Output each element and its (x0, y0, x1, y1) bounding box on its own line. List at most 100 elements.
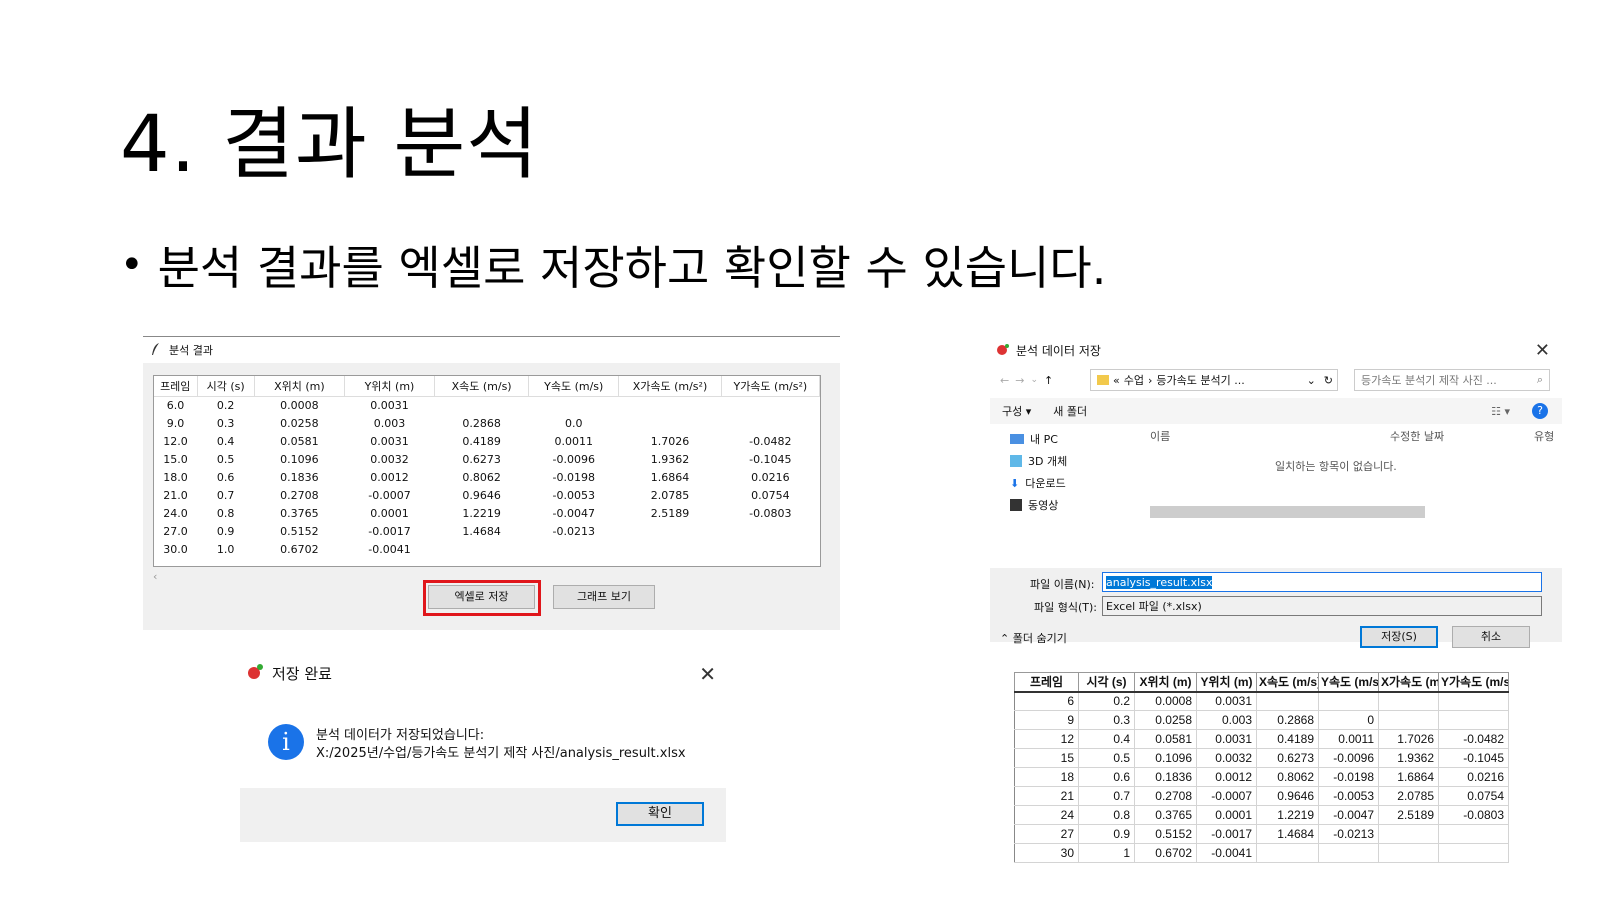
sheet-cell[interactable]: 0.0031 (1196, 691, 1257, 711)
sheet-cell[interactable]: 0.6702 (1134, 843, 1197, 863)
result-col-header[interactable]: Y위치 (m) (344, 376, 436, 397)
close-icon[interactable]: ✕ (699, 662, 716, 686)
sheet-cell[interactable] (1438, 824, 1509, 844)
sheet-cell[interactable]: 0.0581 (1134, 729, 1197, 749)
sheet-cell[interactable]: 0.8 (1078, 805, 1135, 825)
sheet-cell[interactable]: -0.0096 (1318, 748, 1379, 768)
sheet-cell[interactable]: 2.5189 (1378, 805, 1439, 825)
sheet-cell[interactable]: 2.0785 (1378, 786, 1439, 806)
save-button[interactable]: 저장(S) (1360, 626, 1438, 648)
filetype-select[interactable]: Excel 파일 (*.xlsx) (1102, 596, 1542, 616)
address-bar[interactable]: « 수업 › 등가속도 분석기 ... ⌄ ↻ (1090, 369, 1338, 391)
chevron-down-icon[interactable]: ⌄ (1307, 374, 1316, 387)
result-col-header[interactable]: X가속도 (m/s²) (618, 376, 722, 397)
sheet-cell[interactable]: 24 (1014, 805, 1079, 825)
save-excel-button[interactable]: 엑셀로 저장 (428, 585, 535, 609)
sheet-cell[interactable]: -0.1045 (1438, 748, 1509, 768)
organize-button[interactable]: 구성 ▾ (1002, 403, 1031, 419)
sheet-cell[interactable]: 0.0011 (1318, 729, 1379, 749)
result-col-header[interactable]: 시각 (s) (197, 376, 255, 397)
result-col-header[interactable]: Y속도 (m/s) (528, 376, 620, 397)
sheet-cell[interactable]: 1.6864 (1378, 767, 1439, 787)
table-row[interactable]: 27.0 0.9 0.5152 -0.0017 1.4684 -0.0213 (154, 522, 820, 540)
close-icon[interactable]: ✕ (1535, 340, 1550, 361)
sheet-cell[interactable] (1318, 691, 1379, 711)
sheet-cell[interactable]: 0.1836 (1134, 767, 1197, 787)
sheet-cell[interactable]: 0.0216 (1438, 767, 1509, 787)
sheet-cell[interactable]: -0.0041 (1196, 843, 1257, 863)
tree-item-videos[interactable]: 동영상 (990, 494, 1130, 516)
table-row[interactable]: 18.0 0.6 0.1836 0.0012 0.8062 -0.0198 1.6864 0.… (154, 468, 820, 486)
path-segment-folder[interactable]: 등가속도 분석기 ... (1156, 372, 1244, 388)
hide-folders-toggle[interactable]: ⌃ 폴더 숨기기 (1000, 630, 1067, 646)
result-col-header[interactable]: Y가속도 (m/s²) (721, 376, 821, 397)
path-segment-class[interactable]: 수업 (1124, 372, 1144, 388)
table-row[interactable]: 21.0 0.7 0.2708 -0.0007 0.9646 -0.0053 2.0785 0… (154, 486, 820, 504)
sheet-cell[interactable]: 27 (1014, 824, 1079, 844)
graph-view-button[interactable]: 그래프 보기 (553, 585, 655, 609)
sheet-cell[interactable]: -0.0017 (1196, 824, 1257, 844)
tree-item-downloads[interactable]: ⬇ 다운로드 (990, 472, 1130, 494)
cancel-button[interactable]: 취소 (1452, 626, 1530, 648)
col-modified[interactable]: 수정한 날짜 (1390, 428, 1444, 444)
sheet-cell[interactable]: 0.5 (1078, 748, 1135, 768)
sheet-cell[interactable] (1438, 710, 1509, 730)
new-folder-button[interactable]: 새 폴더 (1053, 403, 1087, 419)
sheet-cell[interactable] (1438, 691, 1509, 711)
sheet-cell[interactable]: 30 (1014, 843, 1079, 863)
hscrollbar[interactable] (1150, 506, 1425, 518)
sheet-cell[interactable]: 1 (1078, 843, 1135, 863)
recent-chevron-icon[interactable]: ⌄ (1030, 375, 1038, 385)
back-icon[interactable]: ← (1000, 374, 1009, 387)
sheet-cell[interactable]: 0.3 (1078, 710, 1135, 730)
sheet-cell[interactable]: 9 (1014, 710, 1079, 730)
tree-item-3d[interactable]: 3D 개체 (990, 450, 1130, 472)
sheet-cell[interactable]: 0.0008 (1134, 691, 1197, 711)
filename-input[interactable]: analysis_result.xlsx (1102, 572, 1542, 592)
scroll-left-icon[interactable]: ‹ (153, 570, 157, 583)
sheet-cell[interactable]: 0 (1318, 710, 1379, 730)
sheet-cell[interactable]: 15 (1014, 748, 1079, 768)
table-row[interactable]: 30.0 1.0 0.6702 -0.0041 (154, 540, 820, 558)
sheet-cell[interactable]: 1.9362 (1378, 748, 1439, 768)
table-row[interactable]: 9.0 0.3 0.0258 0.003 0.2868 0.0 (154, 414, 820, 432)
sheet-cell[interactable]: 0.1096 (1134, 748, 1197, 768)
sheet-cell[interactable] (1378, 824, 1439, 844)
sheet-cell[interactable]: 0.003 (1196, 710, 1257, 730)
col-type[interactable]: 유형 (1534, 428, 1554, 444)
table-row[interactable]: 12.0 0.4 0.0581 0.0031 0.4189 0.0011 1.7026 -0.… (154, 432, 820, 450)
sheet-cell[interactable]: 1.2219 (1256, 805, 1319, 825)
sheet-cell[interactable]: 0.2 (1078, 691, 1135, 711)
sheet-cell[interactable]: 0.0031 (1196, 729, 1257, 749)
sheet-cell[interactable]: -0.0007 (1196, 786, 1257, 806)
sheet-cell[interactable]: 0.2868 (1256, 710, 1319, 730)
sheet-cell[interactable]: 0.7 (1078, 786, 1135, 806)
sheet-cell[interactable] (1378, 691, 1439, 711)
tree-item-pc[interactable]: 내 PC (990, 428, 1130, 450)
sheet-cell[interactable]: 0.4189 (1256, 729, 1319, 749)
search-input[interactable]: 등가속도 분석기 제작 사진 ... ⌕ (1354, 369, 1550, 391)
sheet-cell[interactable]: 0.8062 (1256, 767, 1319, 787)
result-col-header[interactable]: X위치 (m) (254, 376, 345, 397)
sheet-cell[interactable]: 0.0258 (1134, 710, 1197, 730)
sheet-cell[interactable]: 0.9 (1078, 824, 1135, 844)
sheet-cell[interactable] (1256, 691, 1319, 711)
sheet-cell[interactable]: 0.6273 (1256, 748, 1319, 768)
sheet-cell[interactable]: -0.0213 (1318, 824, 1379, 844)
sheet-cell[interactable]: 0.0032 (1196, 748, 1257, 768)
sheet-cell[interactable]: 0.0012 (1196, 767, 1257, 787)
view-options-icon[interactable]: ☷ ▾ (1491, 405, 1510, 418)
table-row[interactable]: 15.0 0.5 0.1096 0.0032 0.6273 -0.0096 1.9362 -0… (154, 450, 820, 468)
sheet-cell[interactable]: 21 (1014, 786, 1079, 806)
sheet-cell[interactable]: -0.0482 (1438, 729, 1509, 749)
sheet-cell[interactable]: 0.0001 (1196, 805, 1257, 825)
sheet-cell[interactable] (1378, 710, 1439, 730)
sheet-cell[interactable]: 1.7026 (1378, 729, 1439, 749)
table-row[interactable]: 6.0 0.2 0.0008 0.0031 (154, 396, 820, 414)
sheet-cell[interactable]: 0.2708 (1134, 786, 1197, 806)
sheet-cell[interactable]: -0.0803 (1438, 805, 1509, 825)
col-name[interactable]: 이름 (1150, 428, 1170, 444)
sheet-cell[interactable]: -0.0053 (1318, 786, 1379, 806)
sheet-cell[interactable]: 1.4684 (1256, 824, 1319, 844)
sheet-cell[interactable]: -0.0047 (1318, 805, 1379, 825)
